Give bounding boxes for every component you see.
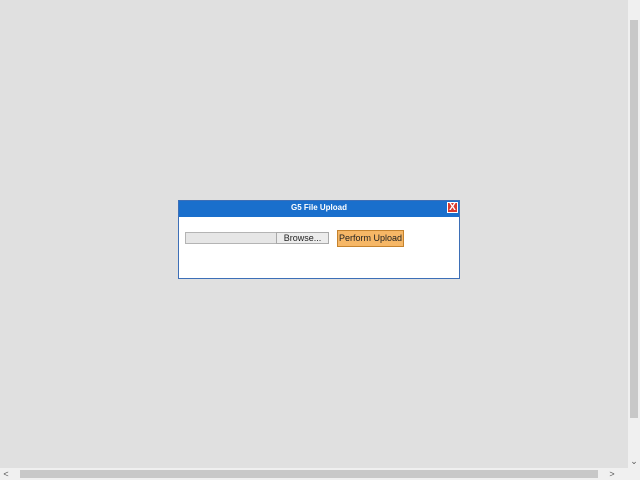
file-path-field[interactable] — [185, 232, 277, 244]
vertical-scroll-thumb[interactable] — [630, 20, 638, 418]
close-icon[interactable]: X — [447, 202, 458, 213]
file-upload-dialog: G5 File Upload X Browse... Perform Uploa… — [178, 200, 460, 279]
scroll-down-icon[interactable]: ⌄ — [628, 454, 640, 468]
horizontal-scrollbar[interactable]: < > — [0, 468, 628, 480]
horizontal-scroll-thumb[interactable] — [20, 470, 598, 478]
perform-upload-button[interactable]: Perform Upload — [337, 230, 404, 247]
page-background: G5 File Upload X Browse... Perform Uploa… — [0, 0, 640, 480]
scrollbar-corner — [628, 468, 640, 480]
scroll-left-icon[interactable]: < — [0, 468, 12, 480]
vertical-scrollbar[interactable]: ⌄ — [628, 0, 640, 468]
scroll-right-icon[interactable]: > — [606, 468, 618, 480]
dialog-titlebar[interactable]: G5 File Upload X — [179, 201, 459, 217]
dialog-title: G5 File Upload — [290, 203, 347, 212]
browse-button[interactable]: Browse... — [276, 232, 329, 244]
